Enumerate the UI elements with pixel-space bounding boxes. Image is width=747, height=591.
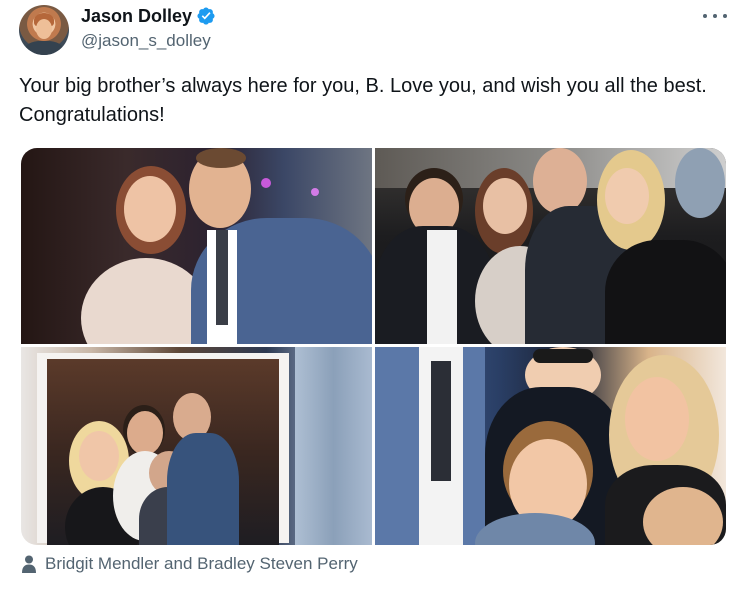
author-display-name[interactable]: Jason Dolley <box>81 6 192 27</box>
author-handle[interactable]: @jason_s_dolley <box>81 31 211 51</box>
tweet-text: Your big brother’s always here for you, … <box>19 75 707 126</box>
photo-2[interactable] <box>375 148 726 344</box>
photo-3[interactable] <box>21 347 372 545</box>
photo-1[interactable] <box>21 148 372 344</box>
tagged-people-caption[interactable]: Bridgit Mendler and Bradley Steven Perry <box>21 553 358 575</box>
person-tag-icon <box>22 555 36 573</box>
avatar[interactable] <box>19 5 69 55</box>
tagged-people-text: Bridgit Mendler and Bradley Steven Perry <box>45 554 358 573</box>
media-grid <box>21 148 726 545</box>
photo-4[interactable] <box>375 347 726 545</box>
author-name-row[interactable]: Jason Dolley <box>81 5 216 27</box>
more-options-icon[interactable] <box>703 7 727 25</box>
verified-badge-icon <box>197 7 215 25</box>
